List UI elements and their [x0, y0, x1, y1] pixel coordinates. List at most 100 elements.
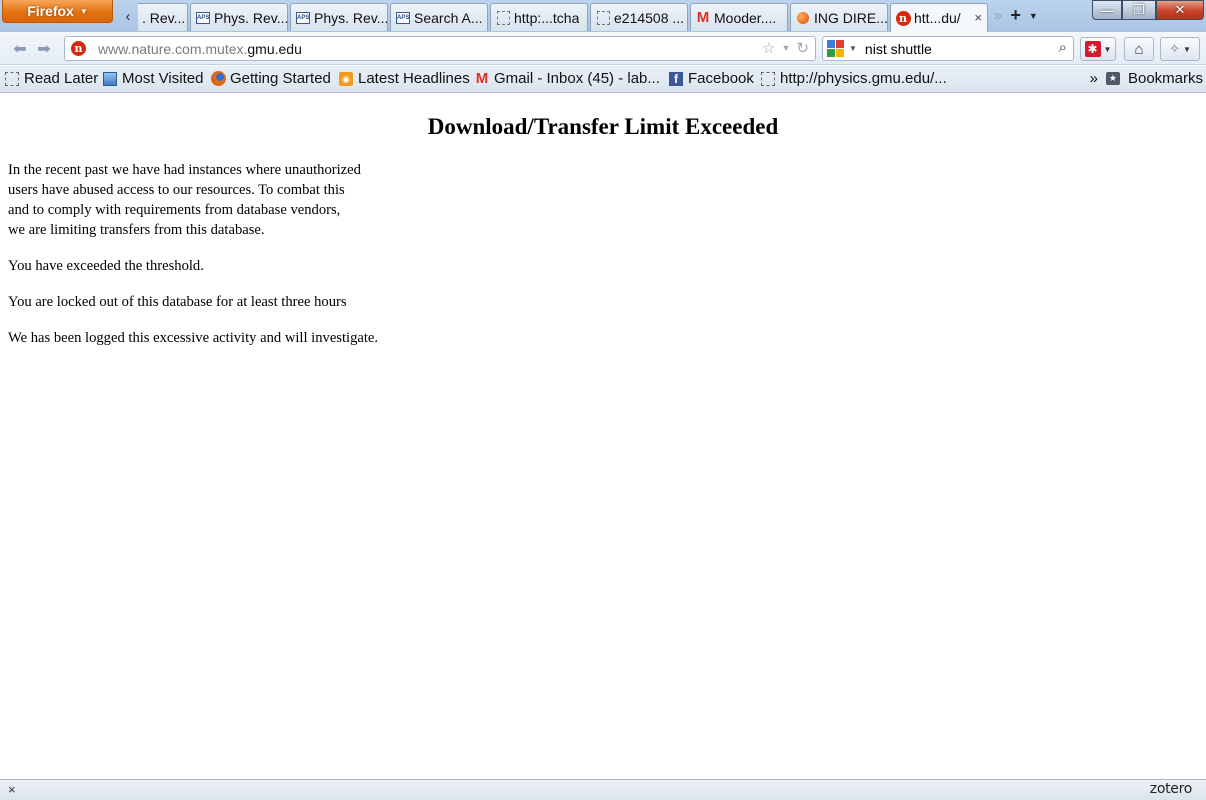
bookmark-read-later[interactable]: Read Later — [4, 70, 98, 87]
chevron-left-icon: ‹ — [125, 8, 131, 25]
list-all-tabs-icon[interactable]: ▼ — [1029, 11, 1038, 21]
minimize-button[interactable]: — — [1092, 0, 1122, 20]
nature-icon: n — [895, 10, 911, 26]
bookmarks-right: » ★ Bookmarks — [1090, 70, 1203, 87]
bookmarks-toolbar: Read Later Most Visited Getting Started … — [0, 66, 1206, 93]
search-bar[interactable]: ▼ nist shuttle ⌕ — [822, 36, 1074, 61]
tab-strip: . Rev... APS Phys. Rev... APS Phys. Rev.… — [138, 3, 990, 32]
chevron-down-icon: ▼ — [1182, 44, 1191, 54]
forward-button[interactable]: ➡ — [32, 37, 56, 61]
maximize-icon: ❐ — [1133, 2, 1145, 17]
bookmark-label: Latest Headlines — [358, 70, 470, 87]
bookmark-most-visited[interactable]: Most Visited — [102, 70, 203, 87]
paragraph-line: We has been logged this excessive activi… — [8, 330, 379, 346]
tab-scroll-left-button[interactable]: ‹ — [118, 3, 138, 30]
chevron-down-icon[interactable]: ▼ — [849, 44, 857, 53]
close-icon: ✕ — [1174, 2, 1186, 17]
gmail-icon: M — [696, 9, 710, 26]
paragraph-line: users have abused access to our resource… — [8, 182, 345, 198]
aps-icon: APS — [195, 10, 211, 26]
chevron-down-icon: ▼ — [1103, 44, 1112, 54]
tab-label: Mooder.... — [714, 9, 777, 26]
bookmark-gmail[interactable]: M Gmail - Inbox (45) - lab... — [474, 70, 660, 87]
orange-orb-icon — [795, 10, 811, 26]
tab-overflow-icon[interactable]: » — [994, 7, 1002, 24]
tab-aps-2[interactable]: APS Phys. Rev... — [190, 3, 288, 31]
reload-icon[interactable]: ↻ — [796, 39, 809, 57]
tab-label: Phys. Rev... — [214, 9, 287, 26]
tab-close-icon[interactable]: × — [974, 10, 982, 25]
arrow-left-icon: ⬅ — [13, 41, 27, 58]
window-controls: — ❐ ✕ — [1092, 0, 1204, 20]
addon-toolbar-button[interactable]: ✱ ▼ — [1080, 37, 1116, 61]
search-input[interactable]: nist shuttle — [865, 41, 932, 57]
bookmarks-menu-button[interactable]: Bookmarks — [1128, 70, 1203, 87]
tab-active-nature[interactable]: n htt...du/ × — [890, 3, 988, 32]
tab-aps-1[interactable]: . Rev... — [138, 3, 188, 31]
bookmark-label: Most Visited — [122, 70, 204, 87]
page-title: Download/Transfer Limit Exceeded — [427, 114, 779, 139]
bookmarks-overflow-icon[interactable]: » — [1090, 70, 1098, 87]
tab-label: . Rev... — [142, 9, 186, 26]
url-text-prefix: www.nature.com.mutex. — [98, 40, 248, 57]
most-visited-icon — [102, 71, 118, 87]
firefox-menu-button[interactable]: Firefox ▼ — [2, 0, 113, 23]
chevron-down-icon: ▼ — [79, 6, 88, 16]
aps-icon: APS — [295, 10, 311, 26]
url-text-host: gmu.edu — [247, 40, 302, 57]
firefox-icon — [210, 71, 226, 87]
tab-search[interactable]: APS Search A... — [390, 3, 488, 31]
url-bar[interactable]: n www.nature.com.mutex. gmu.edu ☆ ▼ ↻ — [64, 36, 816, 61]
home-icon: ⌂ — [1134, 40, 1144, 58]
bookmark-physics-gmu[interactable]: http://physics.gmu.edu/... — [760, 70, 947, 87]
aps-icon: APS — [395, 10, 411, 26]
home-button[interactable]: ⌂ — [1124, 37, 1154, 61]
tab-gmail[interactable]: M Mooder.... — [690, 3, 788, 31]
bookmark-latest-headlines[interactable]: ◉ Latest Headlines — [338, 70, 470, 87]
blank-page-icon — [495, 10, 511, 26]
lockout-message: You are locked out of this database for … — [8, 292, 408, 312]
bookmark-label: Gmail - Inbox (45) - lab... — [494, 70, 660, 87]
facebook-icon: f — [668, 71, 684, 87]
addon-bar: × zotero — [0, 779, 1206, 800]
tab-label: htt...du/ — [914, 10, 961, 26]
minimize-icon: — — [1100, 2, 1114, 18]
bookmark-facebook[interactable]: f Facebook — [668, 70, 754, 87]
tab-label: ING DIRE... — [814, 9, 887, 26]
paragraph-line: You have exceeded the threshold. — [8, 258, 204, 274]
tab-e214508[interactable]: e214508 ... — [590, 3, 688, 31]
bookmark-getting-started[interactable]: Getting Started — [210, 70, 331, 87]
paragraph-line: and to comply with requirements from dat… — [8, 202, 341, 218]
bookmark-label: Getting Started — [230, 70, 331, 87]
threshold-message: You have exceeded the threshold. — [8, 256, 408, 276]
url-bar-tools: ☆ ▼ ↻ — [762, 39, 809, 57]
read-later-icon — [4, 71, 20, 87]
search-icon[interactable]: ⌕ — [1059, 39, 1067, 56]
tab-label: e214508 ... — [614, 9, 685, 26]
close-addon-bar-icon[interactable]: × — [8, 782, 16, 797]
navigation-toolbar: ⬅ ➡ n www.nature.com.mutex. gmu.edu ☆ ▼ ↻… — [0, 32, 1206, 65]
back-button[interactable]: ⬅ — [8, 37, 32, 61]
tab-label: Search A... — [414, 9, 483, 26]
tab-aps-3[interactable]: APS Phys. Rev... — [290, 3, 388, 31]
history-dropdown-icon[interactable]: ▼ — [782, 43, 791, 53]
tab-ing-direct[interactable]: ING DIRE... — [790, 3, 888, 31]
rss-icon: ◉ — [338, 71, 354, 87]
extension-menu-button[interactable]: ✧ ▼ — [1160, 37, 1200, 61]
bookmark-label: Facebook — [688, 70, 754, 87]
zotero-button[interactable]: zotero — [1150, 781, 1193, 797]
bookmark-star-icon[interactable]: ☆ — [762, 39, 775, 57]
firefox-menu-label: Firefox — [27, 3, 74, 19]
gmail-icon: M — [475, 70, 489, 87]
close-window-button[interactable]: ✕ — [1156, 0, 1204, 20]
title-bar: Firefox ▼ ‹ . Rev... APS Phys. Rev... AP… — [0, 0, 1206, 32]
intro-paragraph: In the recent past we have had instances… — [8, 160, 408, 240]
paragraph-line: we are limiting transfers from this data… — [8, 222, 265, 238]
page-content: Download/Transfer Limit Exceeded In the … — [0, 94, 1206, 779]
tab-captcha[interactable]: http:...tcha — [490, 3, 588, 31]
site-identity-icon[interactable]: n — [71, 41, 86, 56]
bookmark-label: Read Later — [24, 70, 99, 87]
maximize-button[interactable]: ❐ — [1122, 0, 1156, 20]
new-tab-icon[interactable]: + — [1010, 5, 1021, 26]
google-icon[interactable] — [827, 39, 845, 58]
